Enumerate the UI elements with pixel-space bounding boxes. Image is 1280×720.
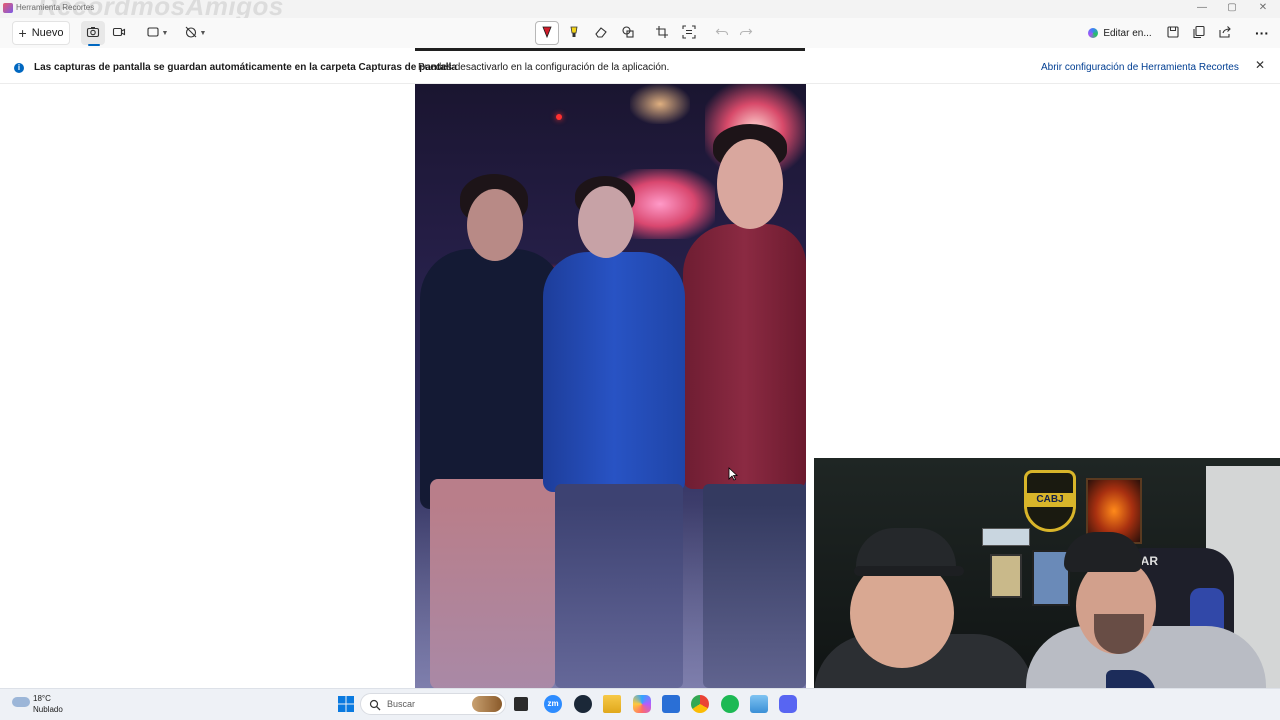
crop-icon: [655, 25, 669, 42]
delay-icon: [184, 25, 198, 42]
pen-icon: [540, 25, 554, 42]
spotify-icon[interactable]: [721, 695, 739, 713]
infobar-title: Las capturas de pantalla se guardan auto…: [34, 62, 457, 73]
webcam-overlay: CABJ DAR: [814, 458, 1280, 720]
steam-icon[interactable]: [574, 695, 592, 713]
weather-temperature[interactable]: 18°C: [33, 694, 51, 703]
active-mode-indicator: [88, 44, 100, 46]
chevron-down-icon: ▼: [161, 29, 169, 37]
cap-brim: [854, 566, 964, 576]
cloud-icon[interactable]: [12, 697, 30, 707]
file-explorer-icon[interactable]: [514, 697, 528, 711]
edit-in-button[interactable]: Editar en...: [1088, 21, 1152, 45]
infobar-message: Puedes desactivarlo en la configuración …: [418, 62, 670, 73]
redo-button[interactable]: [734, 21, 758, 45]
more-icon: ···: [1255, 25, 1269, 41]
mouse-cursor: [728, 467, 739, 486]
ballpoint-pen-tool[interactable]: [535, 21, 559, 45]
new-snip-label: Nuevo: [31, 27, 64, 39]
stage-light: [630, 84, 690, 124]
open-settings-link[interactable]: Abrir configuración de Herramienta Recor…: [1041, 62, 1239, 73]
shapes-icon: [621, 25, 635, 42]
edit-in-label: Editar en...: [1103, 27, 1152, 39]
captured-photo: [415, 84, 806, 688]
share-icon: [1218, 25, 1232, 42]
highlighter-tool[interactable]: [562, 21, 586, 45]
red-striped-shirt: [683, 224, 806, 489]
photo-top-edge: [415, 48, 805, 51]
save-button[interactable]: [1161, 21, 1185, 45]
camera-icon: [86, 25, 100, 42]
face: [717, 139, 783, 229]
zoom-icon[interactable]: zm: [544, 695, 562, 713]
blue-shirt: [543, 252, 685, 492]
crop-button[interactable]: [650, 21, 674, 45]
delay-dropdown[interactable]: ▼: [180, 21, 210, 45]
badge-text: CABJ: [1027, 493, 1073, 507]
discord-icon[interactable]: [779, 695, 797, 713]
screenshot-mode-button[interactable]: [81, 21, 105, 45]
infobar-close-button[interactable]: ✕: [1252, 58, 1268, 76]
window-title: Herramienta Recortes: [16, 3, 95, 12]
maximize-button[interactable]: ▢: [1222, 2, 1242, 13]
save-icon: [1166, 25, 1180, 42]
store-icon[interactable]: [662, 695, 680, 713]
close-window-button[interactable]: ✕: [1253, 2, 1273, 13]
snipping-tool-app-icon: [3, 3, 13, 13]
highlighter-icon: [567, 25, 581, 42]
share-button[interactable]: [1213, 21, 1237, 45]
plus-icon: +: [18, 25, 27, 41]
folder-icon[interactable]: [603, 695, 621, 713]
more-options-button[interactable]: ···: [1250, 21, 1274, 45]
face: [467, 189, 523, 261]
copy-icon: [1192, 25, 1206, 42]
eraser-tool[interactable]: [589, 21, 613, 45]
search-placeholder: Buscar: [387, 699, 416, 709]
search-icon: [369, 698, 381, 716]
minimize-button[interactable]: —: [1192, 2, 1212, 13]
new-snip-button[interactable]: + Nuevo: [12, 21, 70, 45]
text-actions-button[interactable]: [677, 21, 701, 45]
chrome-icon[interactable]: [691, 695, 709, 713]
eraser-icon: [594, 25, 608, 42]
search-highlight-image: [472, 696, 502, 712]
weather-description[interactable]: Nublado: [33, 705, 63, 714]
rectangle-mode-icon: [146, 25, 160, 42]
plaque: [982, 528, 1030, 546]
info-icon: i: [14, 63, 24, 73]
windows-start-icon[interactable]: [337, 695, 355, 713]
copilot-icon[interactable]: [633, 695, 651, 713]
video-icon: [112, 25, 126, 42]
photo-haze: [415, 504, 806, 688]
record-mode-button[interactable]: [107, 21, 131, 45]
paint-app-icon: [1088, 28, 1099, 38]
face: [578, 186, 634, 258]
undo-icon: [715, 25, 729, 42]
small-poster: [990, 554, 1022, 598]
red-light: [556, 114, 562, 120]
photos-icon[interactable]: [750, 695, 768, 713]
boca-juniors-badge: CABJ: [1024, 470, 1076, 532]
chevron-down-icon: ▼: [199, 29, 207, 37]
shapes-tool[interactable]: [616, 21, 640, 45]
text-actions-icon: [682, 24, 696, 42]
snip-shape-dropdown[interactable]: ▼: [142, 21, 172, 45]
redo-icon: [739, 25, 753, 42]
undo-button[interactable]: [710, 21, 734, 45]
copy-button[interactable]: [1187, 21, 1211, 45]
